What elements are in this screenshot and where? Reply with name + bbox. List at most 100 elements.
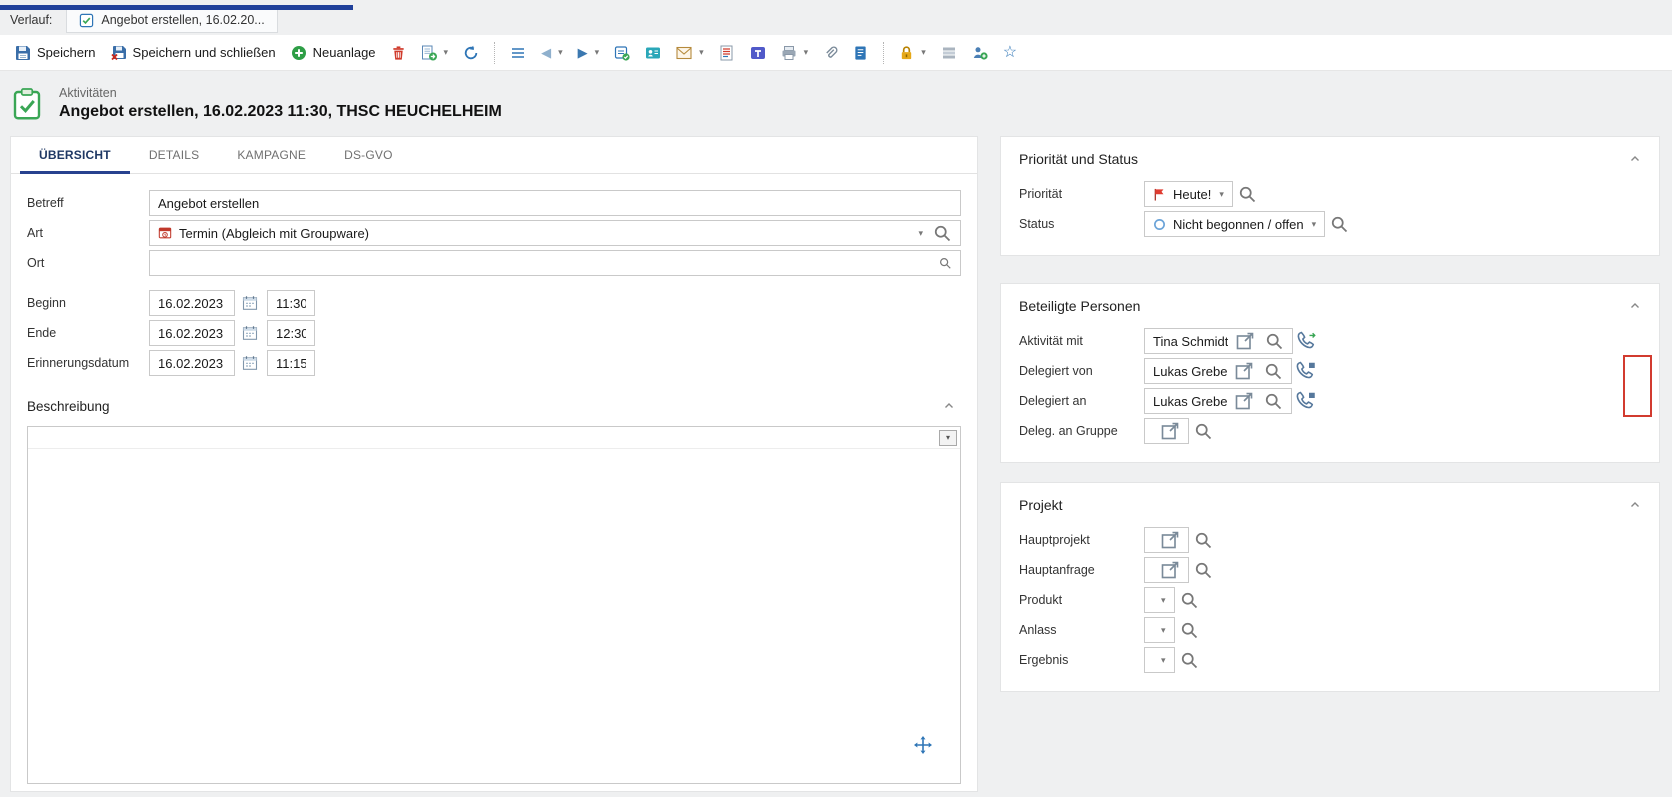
call-contact-icon[interactable] (1296, 361, 1316, 381)
prioritaet-select[interactable]: Heute! ▾ (1144, 181, 1233, 207)
art-dropdown-caret[interactable]: ▾ (918, 229, 923, 238)
open-record-icon[interactable] (1234, 391, 1254, 411)
open-record-icon[interactable] (1160, 560, 1180, 580)
priority-status-collapse-button[interactable] (1625, 149, 1645, 169)
favorite-button[interactable]: ☆ (996, 41, 1024, 65)
search-icon[interactable] (1263, 361, 1283, 381)
search-icon[interactable] (1193, 421, 1213, 441)
tab-details[interactable]: DETAILS (130, 137, 219, 173)
mail-merge-button[interactable] (712, 41, 742, 65)
open-record-icon[interactable] (1235, 331, 1255, 351)
deleg-an-gruppe-input[interactable] (1144, 418, 1189, 444)
betreff-input[interactable]: Angebot erstellen (149, 190, 961, 216)
description-editor-area[interactable]: ▾ (27, 426, 961, 784)
open-record-icon[interactable] (1160, 530, 1180, 550)
beschreibung-collapse-button[interactable] (939, 396, 959, 416)
forward-dropdown-caret[interactable]: ▾ (595, 48, 600, 57)
history-tab[interactable]: Angebot erstellen, 16.02.20... (66, 7, 277, 33)
art-search-icon[interactable] (932, 223, 952, 243)
side-panels: Priorität und Status Priorität Heute! ▾ (1000, 136, 1660, 692)
permissions-dropdown-caret[interactable]: ▾ (921, 48, 926, 57)
open-record-icon[interactable] (1160, 421, 1180, 441)
produkt-dropdown-caret[interactable]: ▾ (1161, 596, 1166, 605)
delegiert-an-input[interactable]: Lukas Grebe (1144, 388, 1292, 414)
new-record-button[interactable]: Neuanlage (284, 41, 383, 65)
prioritaet-search-icon[interactable] (1237, 184, 1257, 204)
erinnerung-calendar-button[interactable] (238, 351, 262, 375)
tab-kampagne[interactable]: KAMPAGNE (218, 137, 325, 173)
teams-button[interactable] (743, 41, 773, 65)
search-icon[interactable] (1264, 331, 1284, 351)
email-dropdown-caret[interactable]: ▾ (699, 48, 704, 57)
ergebnis-dropdown-caret[interactable]: ▾ (1161, 656, 1166, 665)
erinnerung-time-input[interactable]: 11:15 (267, 350, 315, 376)
beginn-date-value: 16.02.2023 (158, 296, 226, 311)
hauptanfrage-input[interactable] (1144, 557, 1189, 583)
email-button[interactable]: ▾ (669, 42, 711, 64)
beginn-calendar-button[interactable] (238, 291, 262, 315)
produkt-select[interactable]: ▾ (1144, 587, 1175, 613)
print-button[interactable]: ▾ (774, 41, 816, 65)
anlass-select[interactable]: ▾ (1144, 617, 1175, 643)
navigate-forward-button[interactable]: ▶ ▾ (571, 41, 607, 65)
transfer-button[interactable] (607, 41, 637, 65)
priority-flag-icon (1153, 188, 1166, 201)
notes-button[interactable] (846, 41, 875, 65)
search-icon[interactable] (1263, 391, 1283, 411)
participants-card: Beteiligte Personen Aktivität mit Tina S… (1000, 283, 1660, 463)
export-record-button[interactable]: ▾ (414, 41, 456, 65)
search-icon[interactable] (1193, 560, 1213, 580)
open-record-icon[interactable] (1234, 361, 1254, 381)
participants-collapse-button[interactable] (1625, 296, 1645, 316)
ergebnis-label: Ergebnis (1019, 653, 1144, 667)
anlass-dropdown-caret[interactable]: ▾ (1161, 626, 1166, 635)
priority-status-card: Priorität und Status Priorität Heute! ▾ (1000, 136, 1660, 256)
ergebnis-select[interactable]: ▾ (1144, 647, 1175, 673)
call-icon[interactable] (1297, 331, 1317, 351)
ende-date-input[interactable]: 16.02.2023 (149, 320, 235, 346)
move-handle[interactable] (914, 736, 932, 757)
beginn-time-input[interactable]: 11:30 (267, 290, 315, 316)
hauptprojekt-input[interactable] (1144, 527, 1189, 553)
erinnerung-date-input[interactable]: 16.02.2023 (149, 350, 235, 376)
search-icon[interactable] (1179, 590, 1199, 610)
transfer-icon (614, 45, 630, 61)
calendar-icon (242, 355, 258, 371)
list-view-button[interactable] (934, 41, 964, 65)
delegiert-von-input[interactable]: Lukas Grebe (1144, 358, 1292, 384)
ort-search-icon[interactable] (938, 256, 952, 270)
status-search-icon[interactable] (1329, 214, 1349, 234)
search-icon[interactable] (1179, 650, 1199, 670)
call-contact-icon[interactable] (1296, 391, 1316, 411)
window-accent-bar (0, 5, 353, 10)
prioritaet-dropdown-caret[interactable]: ▾ (1219, 190, 1224, 199)
save-close-button[interactable]: Speichern und schließen (104, 41, 283, 65)
ende-calendar-button[interactable] (238, 321, 262, 345)
ort-input[interactable] (149, 250, 961, 276)
status-select[interactable]: Nicht begonnen / offen ▾ (1144, 211, 1325, 237)
ende-time-input[interactable]: 12:30 (267, 320, 315, 346)
back-dropdown-caret[interactable]: ▾ (558, 48, 563, 57)
print-dropdown-caret[interactable]: ▾ (804, 48, 809, 57)
beginn-date-input[interactable]: 16.02.2023 (149, 290, 235, 316)
add-participant-button[interactable] (965, 41, 995, 65)
navigate-back-button[interactable]: ◀ ▾ (534, 41, 570, 65)
tab-uebersicht[interactable]: ÜBERSICHT (20, 137, 130, 173)
attachment-button[interactable] (816, 41, 845, 65)
save-button[interactable]: Speichern (8, 41, 103, 65)
tab-dsgvo[interactable]: DS-GVO (325, 137, 412, 173)
export-dropdown-caret[interactable]: ▾ (444, 48, 449, 57)
address-card-button[interactable] (638, 41, 668, 65)
search-icon[interactable] (1179, 620, 1199, 640)
delete-button[interactable] (384, 41, 413, 65)
menu-button[interactable] (503, 41, 533, 65)
aktivitaet-mit-input[interactable]: Tina Schmidt (1144, 328, 1293, 354)
project-collapse-button[interactable] (1625, 495, 1645, 515)
search-icon[interactable] (1193, 530, 1213, 550)
refresh-button[interactable] (456, 41, 486, 65)
status-dropdown-caret[interactable]: ▾ (1312, 220, 1317, 229)
permissions-button[interactable]: ▾ (892, 41, 933, 65)
art-select[interactable]: Termin (Abgleich mit Groupware) ▾ (149, 220, 961, 246)
page-title: Angebot erstellen, 16.02.2023 11:30, THS… (59, 103, 502, 121)
editor-dropdown-button[interactable]: ▾ (939, 430, 957, 446)
